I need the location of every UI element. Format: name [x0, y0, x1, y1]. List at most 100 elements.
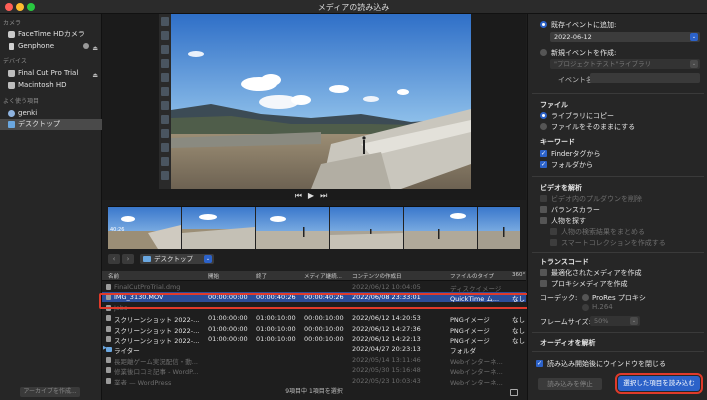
cell-duration: 00:00:10:00: [304, 335, 344, 343]
balance-color-checkbox[interactable]: [540, 206, 547, 213]
column-header-start[interactable]: 開始: [208, 272, 258, 280]
chevron-down-icon: ⌄: [204, 255, 212, 263]
smart-collections-checkbox[interactable]: [550, 239, 557, 246]
cell-created: 2022/05/30 15:16:48: [352, 366, 421, 375]
filmstrip-sidebar[interactable]: [159, 14, 171, 189]
add-existing-event-radio[interactable]: [540, 21, 547, 28]
frame-size-label: フレームサイズ:: [540, 318, 591, 326]
column-header-name[interactable]: 名前: [108, 272, 198, 280]
file-row[interactable]: 長距離ゲーム実況配信・動... 2022/05/14 13:11:46 Webインタ…: [102, 355, 526, 366]
remove-pulldown-label: ビデオ内のプルダウンを削除: [551, 195, 642, 203]
clip-thumbnail-strip[interactable]: 40:26: [108, 206, 520, 249]
skip-forward-icon[interactable]: ⏭: [320, 191, 333, 200]
video-analysis-header: ビデオを解析: [540, 184, 582, 192]
eject-icon[interactable]: ⏏: [92, 43, 98, 54]
optimized-media-label: 最適化されたメディアを作成: [551, 269, 642, 277]
import-selected-button[interactable]: 選択した項目を読み込む: [615, 373, 703, 394]
frame-size-value: 50%: [594, 317, 609, 325]
file-icon: [106, 284, 111, 290]
cell-start: 01:00:00:00: [208, 314, 248, 323]
sidebar-item-label: Macintosh HD: [18, 81, 67, 89]
forward-button[interactable]: ›: [122, 254, 134, 264]
file-icon: [106, 377, 111, 384]
file-row[interactable]: FinalCutProTrial.dmg 2022/06/12 10:04:05 デ…: [102, 282, 526, 293]
file-row[interactable]: スクリーンショット 2022-... 01:00:00:00 01:00:10:00…: [102, 324, 526, 335]
view-toggle-icon[interactable]: [510, 389, 518, 396]
transcode-header: トランスコード: [540, 258, 589, 266]
codec-prores-radio[interactable]: [582, 294, 589, 301]
find-people-label: 人物を探す: [551, 217, 586, 225]
file-list: 名前 開始 終了 メディア継続... コンテンツの作成日 ファイルのタイプ 36…: [102, 271, 526, 385]
file-row[interactable]: スクリーンショット 2022-... 01:00:00:00 01:00:10:00…: [102, 334, 526, 345]
cell-name: 業者 — WordPress: [114, 378, 172, 385]
proxy-media-checkbox[interactable]: [540, 280, 547, 287]
column-header-duration[interactable]: メディア継続...: [304, 272, 348, 280]
leave-in-place-radio[interactable]: [540, 123, 547, 130]
folder-popup-label: デスクトップ: [154, 255, 193, 263]
thumbnail-timecode: 40:26: [110, 227, 125, 233]
selection-count: 9項目中 1項目を選択: [285, 388, 343, 395]
column-header-type[interactable]: ファイルのタイプ: [450, 272, 510, 280]
cell-start: 01:00:00:00: [208, 324, 248, 333]
find-people-checkbox[interactable]: [540, 217, 547, 224]
existing-event-value: 2022-06-12: [554, 33, 592, 41]
from-folders-label: フォルダから: [551, 161, 593, 169]
folder-popup[interactable]: デスクトップ ⌄: [140, 254, 214, 264]
folder-icon: [143, 256, 151, 262]
codec-prores-label: ProRes プロキシ: [592, 294, 646, 302]
sidebar-item-macintosh-hd[interactable]: Macintosh HD: [0, 80, 102, 91]
video-preview[interactable]: [171, 14, 471, 189]
remove-pulldown-checkbox[interactable]: [540, 195, 547, 202]
balance-color-label: バランスカラー: [551, 206, 600, 214]
column-header-end[interactable]: 終了: [256, 272, 306, 280]
cell-created: 2022/06/12 14:22:13: [352, 335, 421, 343]
import-options-panel: 既存イベントに追加: 2022-06-12 ⌄ 新規イベントを作成: "プロジェ…: [527, 14, 707, 400]
finder-tags-checkbox[interactable]: ✓: [540, 150, 547, 157]
sidebar-item-facetime-camera[interactable]: FaceTime HDカメラ: [0, 29, 102, 40]
close-on-import-label: 読み込み開始後にウインドウを閉じる: [547, 360, 666, 368]
frame-size-select[interactable]: 50% ⌄: [590, 316, 640, 326]
new-event-library-value: "プロジェクトテスト"ライブラリ: [554, 60, 651, 68]
folder-row[interactable]: ▶ ライター 2022/04/27 20:23:13 フォルダ: [102, 344, 526, 355]
column-header-created[interactable]: コンテンツの作成日: [352, 272, 444, 280]
existing-event-select[interactable]: 2022-06-12 ⌄: [550, 32, 700, 42]
sidebar-item-desktop[interactable]: デスクトップ: [0, 119, 102, 130]
cell-created: 2022/04/27 20:23:13: [352, 345, 421, 354]
file-icon: [106, 325, 111, 332]
clip-thumbnails-image: [108, 207, 520, 249]
cell-duration: 00:00:10:00: [304, 324, 344, 333]
codec-label: コーデック:: [540, 294, 578, 302]
sidebar-item-genphone[interactable]: Genphone ⏏: [0, 41, 102, 52]
viewer: ⏮▶⏭: [102, 14, 526, 200]
column-header-360[interactable]: 360°: [512, 272, 526, 278]
file-icon: [106, 315, 111, 322]
file-row[interactable]: スクリーンショット 2022-... 01:00:00:00 01:00:10:00…: [102, 313, 526, 324]
codec-h264-radio[interactable]: [582, 304, 589, 311]
keywords-header: キーワード: [540, 138, 575, 146]
event-name-field[interactable]: [590, 73, 700, 83]
file-row[interactable]: 修業後口コミ記事 - WordP... 2022/05/30 15:16:48 We…: [102, 365, 526, 376]
file-list-header: 名前 開始 終了 メディア継続... コンテンツの作成日 ファイルのタイプ 36…: [102, 271, 526, 281]
consolidate-people-label: 人物の検索結果をまとめる: [561, 228, 645, 236]
copy-to-library-radio[interactable]: [540, 112, 547, 119]
stop-import-button[interactable]: 読み込みを停止: [538, 378, 602, 390]
close-on-import-checkbox[interactable]: ✓: [536, 360, 543, 367]
skip-back-icon[interactable]: ⏮: [295, 191, 308, 200]
back-button[interactable]: ‹: [108, 254, 120, 264]
optimized-media-checkbox[interactable]: [540, 269, 547, 276]
copy-to-library-label: ライブラリにコピー: [551, 112, 614, 120]
selected-row-highlight: [99, 293, 529, 309]
new-event-radio[interactable]: [540, 49, 547, 56]
from-folders-checkbox[interactable]: ✓: [540, 161, 547, 168]
sidebar-item-genki[interactable]: genki: [0, 108, 102, 119]
folder-icon: [8, 121, 15, 128]
cell-name: FinalCutProTrial.dmg: [114, 283, 181, 291]
file-row[interactable]: 業者 — WordPress 2022/05/23 10:03:43 Webインター…: [102, 376, 526, 385]
play-icon[interactable]: ▶: [308, 191, 320, 200]
sidebar-item-final-cut-trial[interactable]: Final Cut Pro Trial ⏏: [0, 68, 102, 79]
new-event-library-select[interactable]: "プロジェクトテスト"ライブラリ ⌄: [550, 59, 700, 69]
create-archive-button[interactable]: アーカイブを作成...: [20, 387, 80, 397]
window-title: メディアの読み込み: [317, 3, 390, 12]
consolidate-people-checkbox[interactable]: [550, 228, 557, 235]
add-existing-event-label: 既存イベントに追加:: [551, 21, 617, 29]
